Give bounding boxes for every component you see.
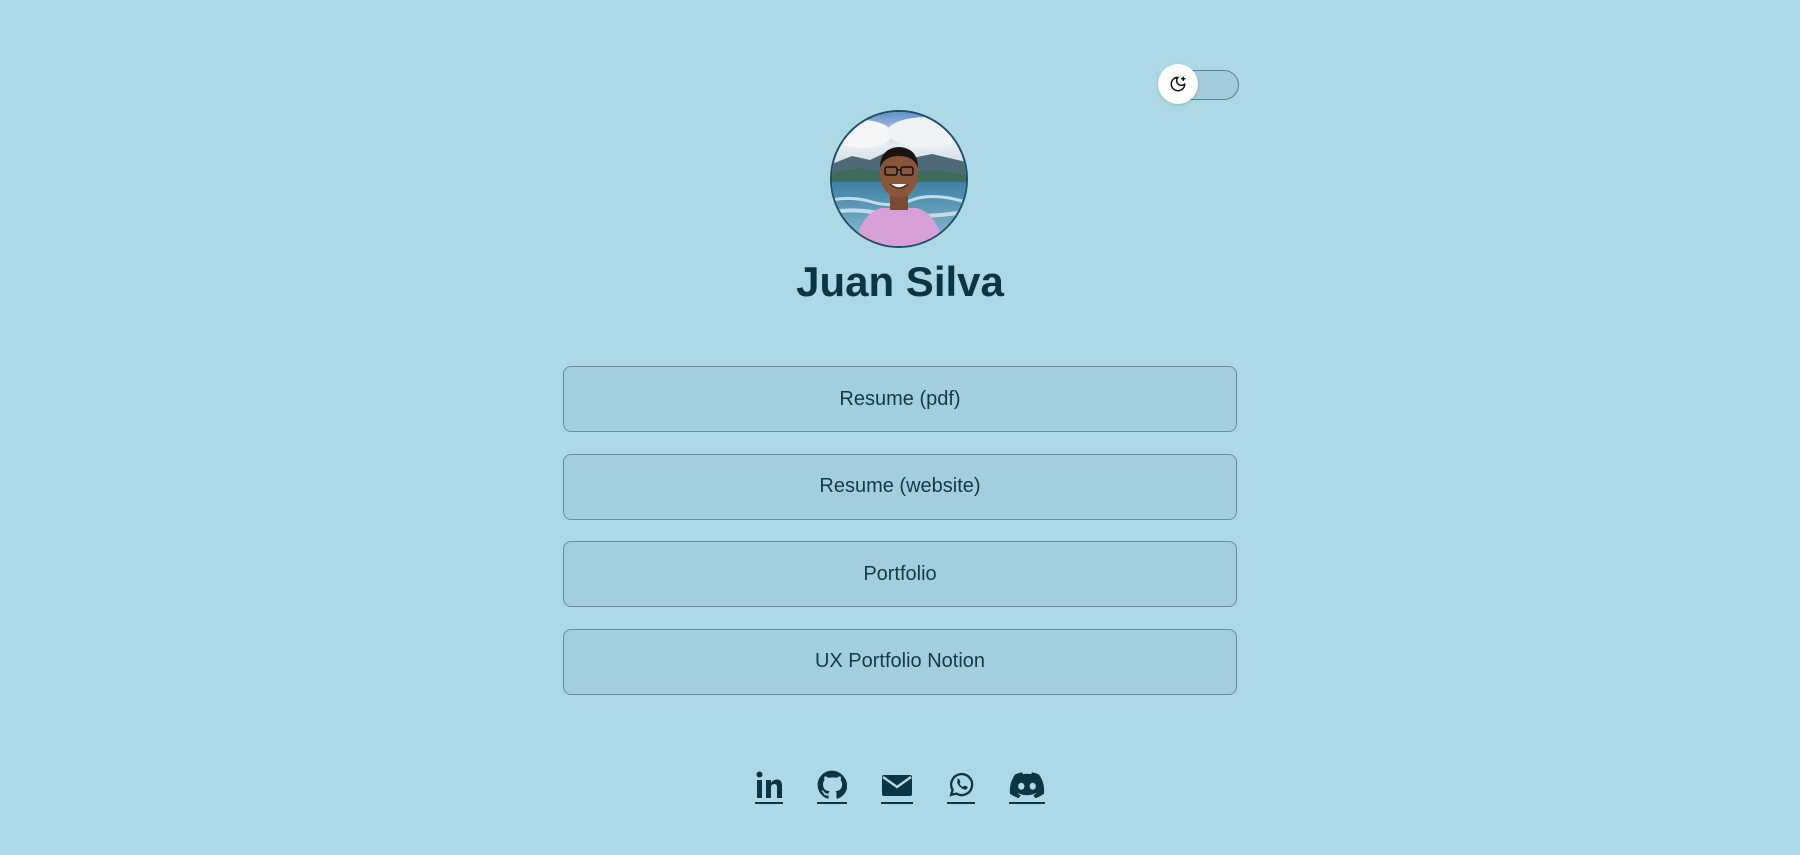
discord-link[interactable] — [1009, 770, 1045, 804]
email-icon — [882, 775, 912, 796]
github-underline — [817, 802, 847, 804]
discord-icon — [1009, 772, 1045, 799]
profile-photo — [832, 112, 966, 246]
discord-underline — [1009, 802, 1045, 804]
link-button-portfolio[interactable]: Portfolio — [563, 541, 1237, 607]
linkedin-link[interactable] — [755, 770, 783, 804]
link-button-ux-portfolio-notion[interactable]: UX Portfolio Notion — [563, 628, 1237, 695]
link-list: Resume (pdf) Resume (website) Portfolio … — [563, 366, 1237, 716]
toggle-knob[interactable] — [1158, 64, 1198, 104]
whatsapp-icon — [949, 772, 974, 797]
linkedin-icon — [756, 771, 782, 798]
github-icon — [817, 770, 847, 799]
email-link[interactable] — [881, 770, 913, 804]
whatsapp-underline — [947, 802, 975, 804]
linkedin-underline — [755, 802, 783, 804]
theme-toggle[interactable] — [1158, 64, 1239, 104]
social-links — [0, 770, 1800, 804]
link-button-resume-website[interactable]: Resume (website) — [563, 453, 1237, 520]
whatsapp-link[interactable] — [947, 770, 975, 804]
github-link[interactable] — [817, 770, 847, 804]
profile-name: Juan Silva — [796, 258, 1004, 305]
moon-stars-icon — [1170, 76, 1186, 92]
email-underline — [881, 802, 913, 804]
link-page: Juan Silva Resume (pdf) Resume (website)… — [0, 0, 1800, 855]
avatar — [830, 110, 968, 248]
link-button-resume-pdf[interactable]: Resume (pdf) — [563, 366, 1237, 432]
